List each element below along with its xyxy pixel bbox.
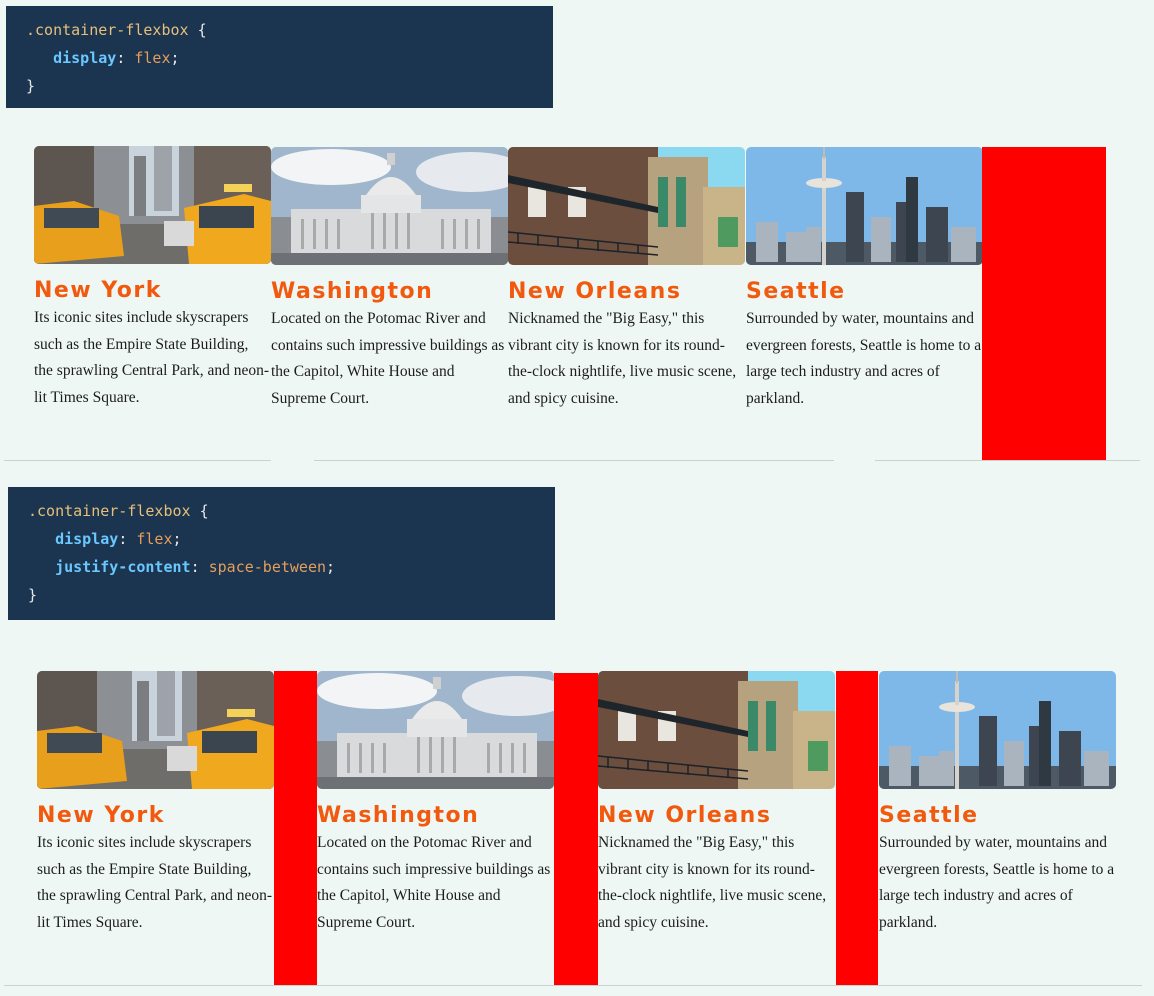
divider <box>4 985 1142 986</box>
css-value: flex <box>136 530 173 548</box>
code-block-space-between: .container-flexbox { display: flex; just… <box>8 487 555 620</box>
divider <box>875 460 1140 461</box>
city-title: New York <box>37 803 165 828</box>
city-card-seattle: Seattle Surrounded by water, mountains a… <box>746 147 983 412</box>
city-card-seattle: Seattle Surrounded by water, mountains a… <box>879 671 1116 936</box>
city-description: Surrounded by water, mountains and everg… <box>879 834 1115 931</box>
city-card-new-orleans: New Orleans Nicknamed the "Big Easy," th… <box>508 147 745 412</box>
city-description: Located on the Potomac River and contain… <box>271 310 505 407</box>
city-description: Its iconic sites include skyscrapers suc… <box>37 834 273 931</box>
taxi-street-photo <box>37 671 274 789</box>
city-description: Surrounded by water, mountains and everg… <box>746 310 982 407</box>
capitol-photo <box>271 147 508 265</box>
city-title: Washington <box>271 279 434 304</box>
city-title: Seattle <box>879 803 979 828</box>
gap-highlight <box>836 671 878 986</box>
city-description: Nicknamed the "Big Easy," this vibrant c… <box>598 834 827 931</box>
css-selector: .container-flexbox <box>28 502 191 520</box>
city-card-new-york: New York Its iconic sites include skyscr… <box>37 671 274 936</box>
divider <box>314 460 834 461</box>
city-card-washington: Washington Located on the Potomac River … <box>271 147 508 412</box>
css-property: display <box>53 49 117 67</box>
space-needle-photo <box>746 147 983 265</box>
css-value: space-between <box>208 558 327 576</box>
code-block-flex: .container-flexbox { display: flex; } <box>6 6 553 108</box>
css-property: display <box>55 530 119 548</box>
css-selector: .container-flexbox <box>26 21 189 39</box>
css-property: justify-content <box>55 558 191 576</box>
city-title: New York <box>34 278 162 303</box>
balcony-photo <box>508 147 745 265</box>
gap-highlight <box>274 671 317 986</box>
taxi-street-photo <box>34 146 271 264</box>
city-title: Washington <box>317 803 480 828</box>
city-card-washington: Washington Located on the Potomac River … <box>317 671 554 936</box>
city-description: Located on the Potomac River and contain… <box>317 834 551 931</box>
brace-open: { <box>197 21 207 39</box>
space-needle-photo <box>879 671 1116 789</box>
gap-highlight <box>554 673 598 985</box>
remaining-space-highlight <box>982 147 1106 461</box>
balcony-photo <box>598 671 835 789</box>
city-title: New Orleans <box>598 803 772 828</box>
brace-open: { <box>199 502 209 520</box>
city-description: Its iconic sites include skyscrapers suc… <box>34 309 270 406</box>
brace-close: } <box>26 77 36 95</box>
city-title: New Orleans <box>508 279 682 304</box>
city-card-new-orleans: New Orleans Nicknamed the "Big Easy," th… <box>598 671 835 936</box>
css-value: flex <box>134 49 171 67</box>
divider <box>4 460 271 461</box>
capitol-photo <box>317 671 554 789</box>
city-card-new-york: New York Its iconic sites include skyscr… <box>34 146 271 411</box>
city-title: Seattle <box>746 279 846 304</box>
brace-close: } <box>28 586 38 604</box>
city-description: Nicknamed the "Big Easy," this vibrant c… <box>508 310 737 407</box>
